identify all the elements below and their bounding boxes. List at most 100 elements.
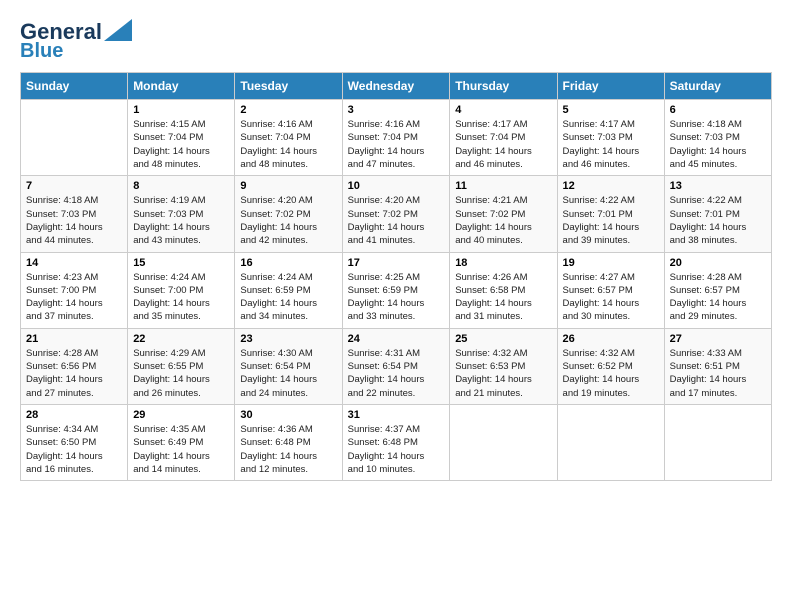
cell-content: Sunrise: 4:22 AM Sunset: 7:01 PM Dayligh… [563, 194, 659, 247]
cell-content: Sunrise: 4:36 AM Sunset: 6:48 PM Dayligh… [240, 423, 336, 476]
day-number: 24 [348, 333, 445, 345]
day-number: 2 [240, 104, 336, 116]
logo-blue-text: Blue [20, 40, 63, 62]
cell-content: Sunrise: 4:26 AM Sunset: 6:58 PM Dayligh… [455, 271, 551, 324]
cell-content: Sunrise: 4:30 AM Sunset: 6:54 PM Dayligh… [240, 347, 336, 400]
day-number: 17 [348, 257, 445, 269]
cell-content: Sunrise: 4:20 AM Sunset: 7:02 PM Dayligh… [240, 194, 336, 247]
calendar-cell: 20 Sunrise: 4:28 AM Sunset: 6:57 PM Dayli… [664, 252, 771, 328]
day-number: 10 [348, 180, 445, 192]
calendar-cell: 2 Sunrise: 4:16 AM Sunset: 7:04 PM Daylig… [235, 100, 342, 176]
calendar-cell: 6 Sunrise: 4:18 AM Sunset: 7:03 PM Daylig… [664, 100, 771, 176]
calendar-cell: 11 Sunrise: 4:21 AM Sunset: 7:02 PM Dayli… [450, 176, 557, 252]
calendar-cell: 29 Sunrise: 4:35 AM Sunset: 6:49 PM Dayli… [128, 404, 235, 480]
cell-content: Sunrise: 4:18 AM Sunset: 7:03 PM Dayligh… [26, 194, 122, 247]
calendar-cell [21, 100, 128, 176]
cell-content: Sunrise: 4:17 AM Sunset: 7:03 PM Dayligh… [563, 118, 659, 171]
calendar-cell: 23 Sunrise: 4:30 AM Sunset: 6:54 PM Dayli… [235, 328, 342, 404]
calendar-cell: 13Sunrise: 4:22 AM Sunset: 7:01 PM Dayli… [664, 176, 771, 252]
cell-content: Sunrise: 4:15 AM Sunset: 7:04 PM Dayligh… [133, 118, 229, 171]
day-number: 9 [240, 180, 336, 192]
cell-content: Sunrise: 4:24 AM Sunset: 6:59 PM Dayligh… [240, 271, 336, 324]
cell-content: Sunrise: 4:24 AM Sunset: 7:00 PM Dayligh… [133, 271, 229, 324]
header-cell-monday: Monday [128, 73, 235, 100]
logo-icon [104, 19, 132, 41]
calendar-cell: 25 Sunrise: 4:32 AM Sunset: 6:53 PM Dayli… [450, 328, 557, 404]
calendar-cell [664, 404, 771, 480]
cell-content: Sunrise: 4:27 AM Sunset: 6:57 PM Dayligh… [563, 271, 659, 324]
calendar-cell: 3 Sunrise: 4:16 AM Sunset: 7:04 PM Daylig… [342, 100, 450, 176]
cell-content: Sunrise: 4:32 AM Sunset: 6:52 PM Dayligh… [563, 347, 659, 400]
day-number: 3 [348, 104, 445, 116]
day-number: 5 [563, 104, 659, 116]
cell-content: Sunrise: 4:28 AM Sunset: 6:56 PM Dayligh… [26, 347, 122, 400]
calendar-cell: 18 Sunrise: 4:26 AM Sunset: 6:58 PM Dayli… [450, 252, 557, 328]
cell-content: Sunrise: 4:21 AM Sunset: 7:02 PM Dayligh… [455, 194, 551, 247]
day-number: 20 [670, 257, 766, 269]
day-number: 31 [348, 409, 445, 421]
day-number: 14 [26, 257, 122, 269]
cell-content: Sunrise: 4:29 AM Sunset: 6:55 PM Dayligh… [133, 347, 229, 400]
day-number: 30 [240, 409, 336, 421]
calendar-week-1: 1 Sunrise: 4:15 AM Sunset: 7:04 PM Daylig… [21, 100, 772, 176]
day-number: 21 [26, 333, 122, 345]
cell-content: Sunrise: 4:16 AM Sunset: 7:04 PM Dayligh… [240, 118, 336, 171]
calendar-week-3: 14 Sunrise: 4:23 AM Sunset: 7:00 PM Dayli… [21, 252, 772, 328]
calendar-cell: 9 Sunrise: 4:20 AM Sunset: 7:02 PM Daylig… [235, 176, 342, 252]
calendar-table: SundayMondayTuesdayWednesdayThursdayFrid… [20, 72, 772, 481]
calendar-cell: 26 Sunrise: 4:32 AM Sunset: 6:52 PM Dayli… [557, 328, 664, 404]
calendar-cell: 24 Sunrise: 4:31 AM Sunset: 6:54 PM Dayli… [342, 328, 450, 404]
day-number: 7 [26, 180, 122, 192]
calendar-cell: 4 Sunrise: 4:17 AM Sunset: 7:04 PM Daylig… [450, 100, 557, 176]
calendar-cell: 30 Sunrise: 4:36 AM Sunset: 6:48 PM Dayli… [235, 404, 342, 480]
calendar-cell: 22 Sunrise: 4:29 AM Sunset: 6:55 PM Dayli… [128, 328, 235, 404]
day-number: 6 [670, 104, 766, 116]
calendar-cell: 15 Sunrise: 4:24 AM Sunset: 7:00 PM Dayli… [128, 252, 235, 328]
cell-content: Sunrise: 4:35 AM Sunset: 6:49 PM Dayligh… [133, 423, 229, 476]
calendar-cell: 14 Sunrise: 4:23 AM Sunset: 7:00 PM Dayli… [21, 252, 128, 328]
day-number: 4 [455, 104, 551, 116]
calendar-cell: 28Sunrise: 4:34 AM Sunset: 6:50 PM Dayli… [21, 404, 128, 480]
cell-content: Sunrise: 4:17 AM Sunset: 7:04 PM Dayligh… [455, 118, 551, 171]
header-cell-friday: Friday [557, 73, 664, 100]
day-number: 26 [563, 333, 659, 345]
day-number: 29 [133, 409, 229, 421]
day-number: 11 [455, 180, 551, 192]
header-cell-sunday: Sunday [21, 73, 128, 100]
cell-content: Sunrise: 4:28 AM Sunset: 6:57 PM Dayligh… [670, 271, 766, 324]
cell-content: Sunrise: 4:32 AM Sunset: 6:53 PM Dayligh… [455, 347, 551, 400]
calendar-cell: 1 Sunrise: 4:15 AM Sunset: 7:04 PM Daylig… [128, 100, 235, 176]
header-cell-wednesday: Wednesday [342, 73, 450, 100]
header-cell-tuesday: Tuesday [235, 73, 342, 100]
day-number: 22 [133, 333, 229, 345]
calendar-cell: 12 Sunrise: 4:22 AM Sunset: 7:01 PM Dayli… [557, 176, 664, 252]
cell-content: Sunrise: 4:34 AM Sunset: 6:50 PM Dayligh… [26, 423, 122, 476]
day-number: 16 [240, 257, 336, 269]
cell-content: Sunrise: 4:18 AM Sunset: 7:03 PM Dayligh… [670, 118, 766, 171]
cell-content: Sunrise: 4:37 AM Sunset: 6:48 PM Dayligh… [348, 423, 445, 476]
day-number: 13 [670, 180, 766, 192]
calendar-cell: 31 Sunrise: 4:37 AM Sunset: 6:48 PM Dayli… [342, 404, 450, 480]
day-number: 23 [240, 333, 336, 345]
day-number: 19 [563, 257, 659, 269]
day-number: 12 [563, 180, 659, 192]
day-number: 18 [455, 257, 551, 269]
day-number: 15 [133, 257, 229, 269]
calendar-cell: 27 Sunrise: 4:33 AM Sunset: 6:51 PM Dayli… [664, 328, 771, 404]
header-cell-saturday: Saturday [664, 73, 771, 100]
cell-content: Sunrise: 4:19 AM Sunset: 7:03 PM Dayligh… [133, 194, 229, 247]
day-number: 1 [133, 104, 229, 116]
header-row: SundayMondayTuesdayWednesdayThursdayFrid… [21, 73, 772, 100]
calendar-cell: 19 Sunrise: 4:27 AM Sunset: 6:57 PM Dayli… [557, 252, 664, 328]
page-header: General Blue [20, 20, 772, 62]
cell-content: Sunrise: 4:33 AM Sunset: 6:51 PM Dayligh… [670, 347, 766, 400]
day-number: 27 [670, 333, 766, 345]
cell-content: Sunrise: 4:23 AM Sunset: 7:00 PM Dayligh… [26, 271, 122, 324]
calendar-week-2: 7 Sunrise: 4:18 AM Sunset: 7:03 PM Daylig… [21, 176, 772, 252]
cell-content: Sunrise: 4:31 AM Sunset: 6:54 PM Dayligh… [348, 347, 445, 400]
day-number: 25 [455, 333, 551, 345]
calendar-cell: 5 Sunrise: 4:17 AM Sunset: 7:03 PM Daylig… [557, 100, 664, 176]
calendar-cell: 21 Sunrise: 4:28 AM Sunset: 6:56 PM Dayli… [21, 328, 128, 404]
cell-content: Sunrise: 4:16 AM Sunset: 7:04 PM Dayligh… [348, 118, 445, 171]
header-cell-thursday: Thursday [450, 73, 557, 100]
